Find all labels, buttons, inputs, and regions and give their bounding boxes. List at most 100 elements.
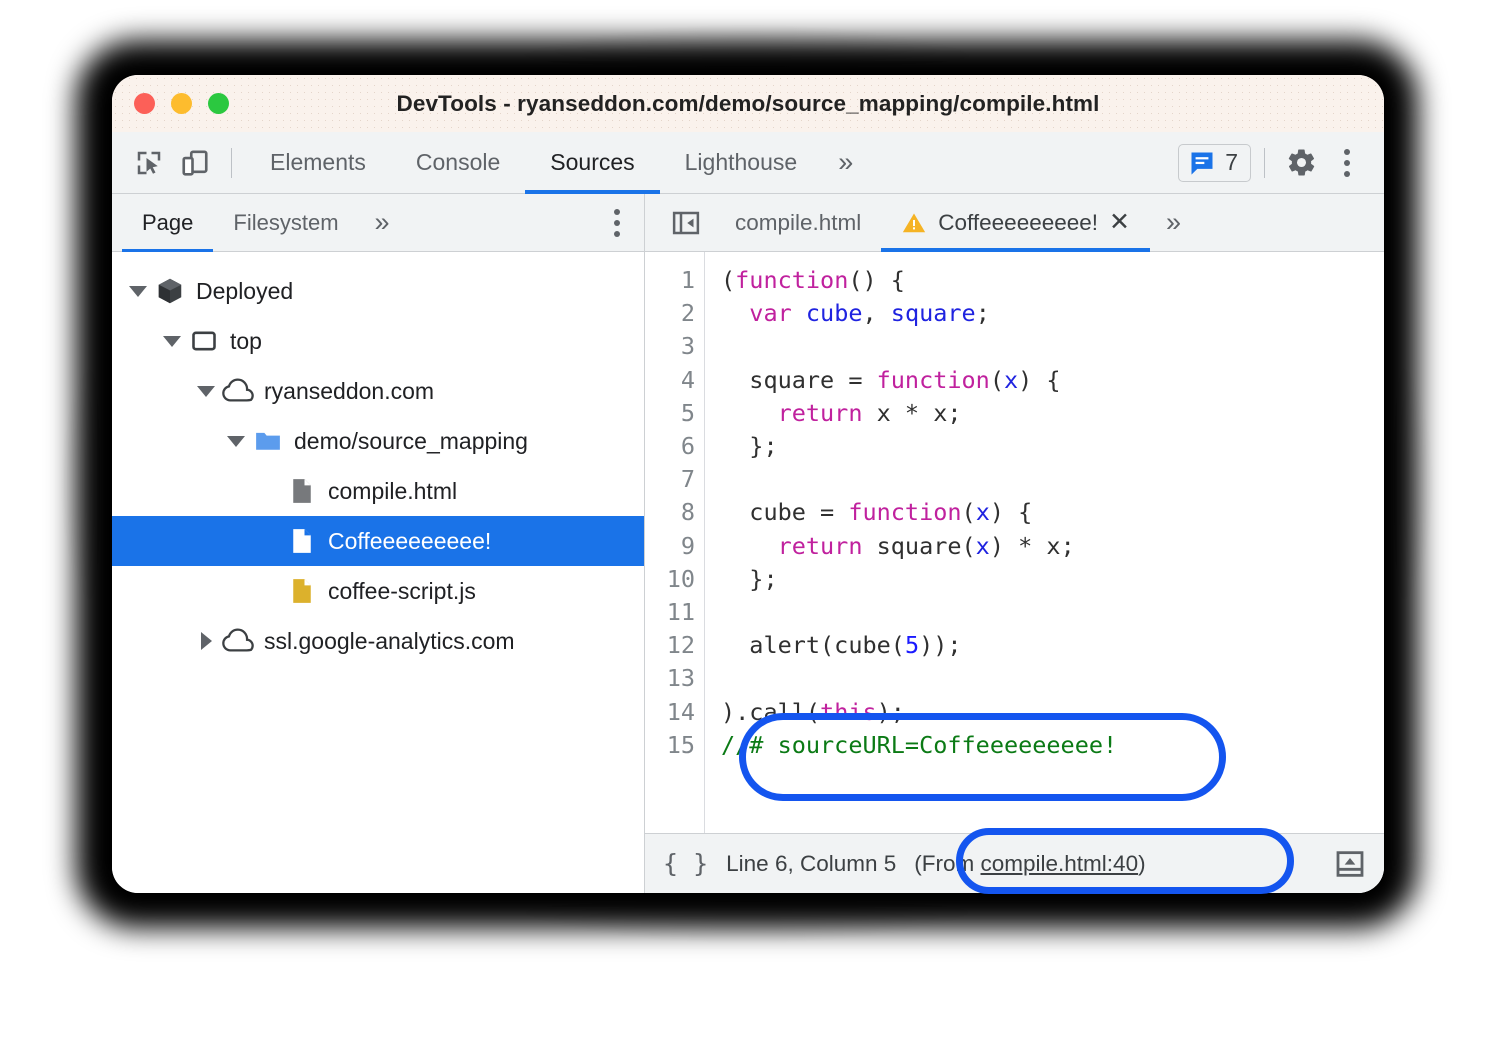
chevron-right-icon[interactable] [194,632,218,650]
source-origin-label: (From compile.html:40) [914,851,1145,877]
code-line-1: (function() { [721,266,905,294]
chevron-down-icon[interactable] [224,436,248,447]
more-vertical-icon[interactable] [1324,140,1370,186]
editor-tab-label: Coffeeeeeeeee! [938,210,1098,236]
window-controls [134,93,229,114]
chevron-down-icon[interactable] [160,336,184,347]
tree-label: coffee-script.js [328,578,476,605]
message-bubble-icon [1188,149,1216,177]
devtools-body: Page Filesystem » [112,194,1384,893]
gear-icon[interactable] [1278,140,1324,186]
code-line-4: square = function(x) { [721,366,1061,394]
tree-row-ssl-google-analytics[interactable]: ssl.google-analytics.com [112,616,644,666]
close-icon[interactable]: ✕ [1109,210,1130,235]
toolbar-divider [231,148,232,178]
show-drawer-icon[interactable] [1334,848,1366,880]
line-number: 2 [645,297,704,330]
tree-label: demo/source_mapping [294,428,528,455]
tree-row-demo-source-mapping[interactable]: demo/source_mapping [112,416,644,466]
file-yellow-icon [282,576,322,606]
inspect-element-icon[interactable] [126,140,172,186]
sidebar-menu-button[interactable] [614,209,620,237]
code-line-8: cube = function(x) { [721,498,1032,526]
maximize-window-button[interactable] [208,93,229,114]
tab-console[interactable]: Console [391,132,525,194]
tree-row-coffee-script-js[interactable]: coffee-script.js [112,566,644,616]
tab-lighthouse[interactable]: Lighthouse [660,132,823,194]
more-panels-chevron-icon[interactable]: » [822,149,869,176]
source-origin-link[interactable]: compile.html:40 [981,851,1139,876]
pretty-print-braces-icon[interactable]: { } [663,849,708,878]
toolbar-divider-2 [1264,148,1265,178]
show-navigator-icon[interactable] [657,208,715,238]
sidebar-tab-page[interactable]: Page [122,194,213,252]
file-tree: Deployed top [112,252,644,666]
editor-tabs: compile.html Coffeeeeeeeee! ✕ [645,194,1384,252]
tab-console-label: Console [416,149,500,176]
line-number: 13 [645,662,704,695]
code-line-5: return x * x; [721,399,962,427]
cursor-position-label: Line 6, Column 5 [726,851,896,877]
devtools-window: DevTools - ryanseddon.com/demo/source_ma… [112,75,1384,893]
tree-label: Coffeeeeeeeee! [328,528,491,555]
screenshot-root: DevTools - ryanseddon.com/demo/source_ma… [0,0,1488,1042]
line-number: 9 [645,530,704,563]
tree-row-compile-html[interactable]: compile.html [112,466,644,516]
cloud-icon [218,625,258,657]
tree-row-deployed[interactable]: Deployed [112,266,644,316]
line-number: 4 [645,364,704,397]
tree-label: ryanseddon.com [264,378,434,405]
line-number: 11 [645,596,704,629]
code-line-10: }; [721,565,778,593]
file-gray-icon [282,476,322,506]
code-lines[interactable]: (function() { var cube, square; square =… [705,252,1117,833]
tab-elements-label: Elements [270,149,366,176]
close-window-button[interactable] [134,93,155,114]
tree-row-top[interactable]: top [112,316,644,366]
tab-elements[interactable]: Elements [245,132,391,194]
package-cube-icon [150,276,190,306]
folder-icon [248,426,288,456]
editor-tab-compile-html[interactable]: compile.html [715,194,881,252]
frame-icon [184,327,224,355]
chevron-down-icon[interactable] [126,286,150,297]
panel-tabs: Elements Console Sources Lighthouse [245,132,822,194]
warning-triangle-icon [901,210,927,236]
code-line-12: alert(cube(5)); [721,631,962,659]
message-count-button[interactable]: 7 [1178,144,1251,182]
sidebar-tab-filesystem[interactable]: Filesystem [213,194,358,252]
editor-more-chevron-icon[interactable]: » [1150,209,1197,236]
editor-tab-coffee-source[interactable]: Coffeeeeeeeee! ✕ [881,194,1150,252]
code-line-9: return square(x) * x; [721,532,1075,560]
tree-label: ssl.google-analytics.com [264,628,515,655]
from-suffix: ) [1138,851,1146,876]
line-number: 6 [645,430,704,463]
line-number: 8 [645,496,704,529]
sidebar-tab-filesystem-label: Filesystem [233,210,338,236]
navigator-sidebar: Page Filesystem » [112,194,645,893]
code-line-6: }; [721,432,778,460]
toolbar-kebab [1344,149,1350,177]
tree-label: Deployed [196,278,293,305]
device-toolbar-icon[interactable] [172,140,218,186]
line-number: 7 [645,463,704,496]
tree-row-ryanseddon-com[interactable]: ryanseddon.com [112,366,644,416]
tab-sources-label: Sources [550,149,634,176]
sidebar-more-chevron-icon[interactable]: » [359,209,406,236]
minimize-window-button[interactable] [171,93,192,114]
editor-status-bar: { } Line 6, Column 5 (From compile.html:… [645,833,1384,893]
from-prefix: (From [914,851,980,876]
sidebar-kebab-icon [614,209,620,237]
tree-label: compile.html [328,478,457,505]
chevron-down-icon[interactable] [194,386,218,397]
tree-label: top [230,328,262,355]
line-number: 5 [645,397,704,430]
code-line-15: //# sourceURL=Coffeeeeeeeee! [721,731,1117,759]
line-number-gutter: 1 2 3 4 5 6 7 8 9 10 11 12 13 14 [645,252,705,833]
code-view[interactable]: 1 2 3 4 5 6 7 8 9 10 11 12 13 14 [645,252,1384,833]
line-number: 12 [645,629,704,662]
tree-row-coffee-source[interactable]: Coffeeeeeeeee! [112,516,644,566]
tab-sources[interactable]: Sources [525,132,659,194]
file-white-icon [282,526,322,556]
line-number: 10 [645,563,704,596]
